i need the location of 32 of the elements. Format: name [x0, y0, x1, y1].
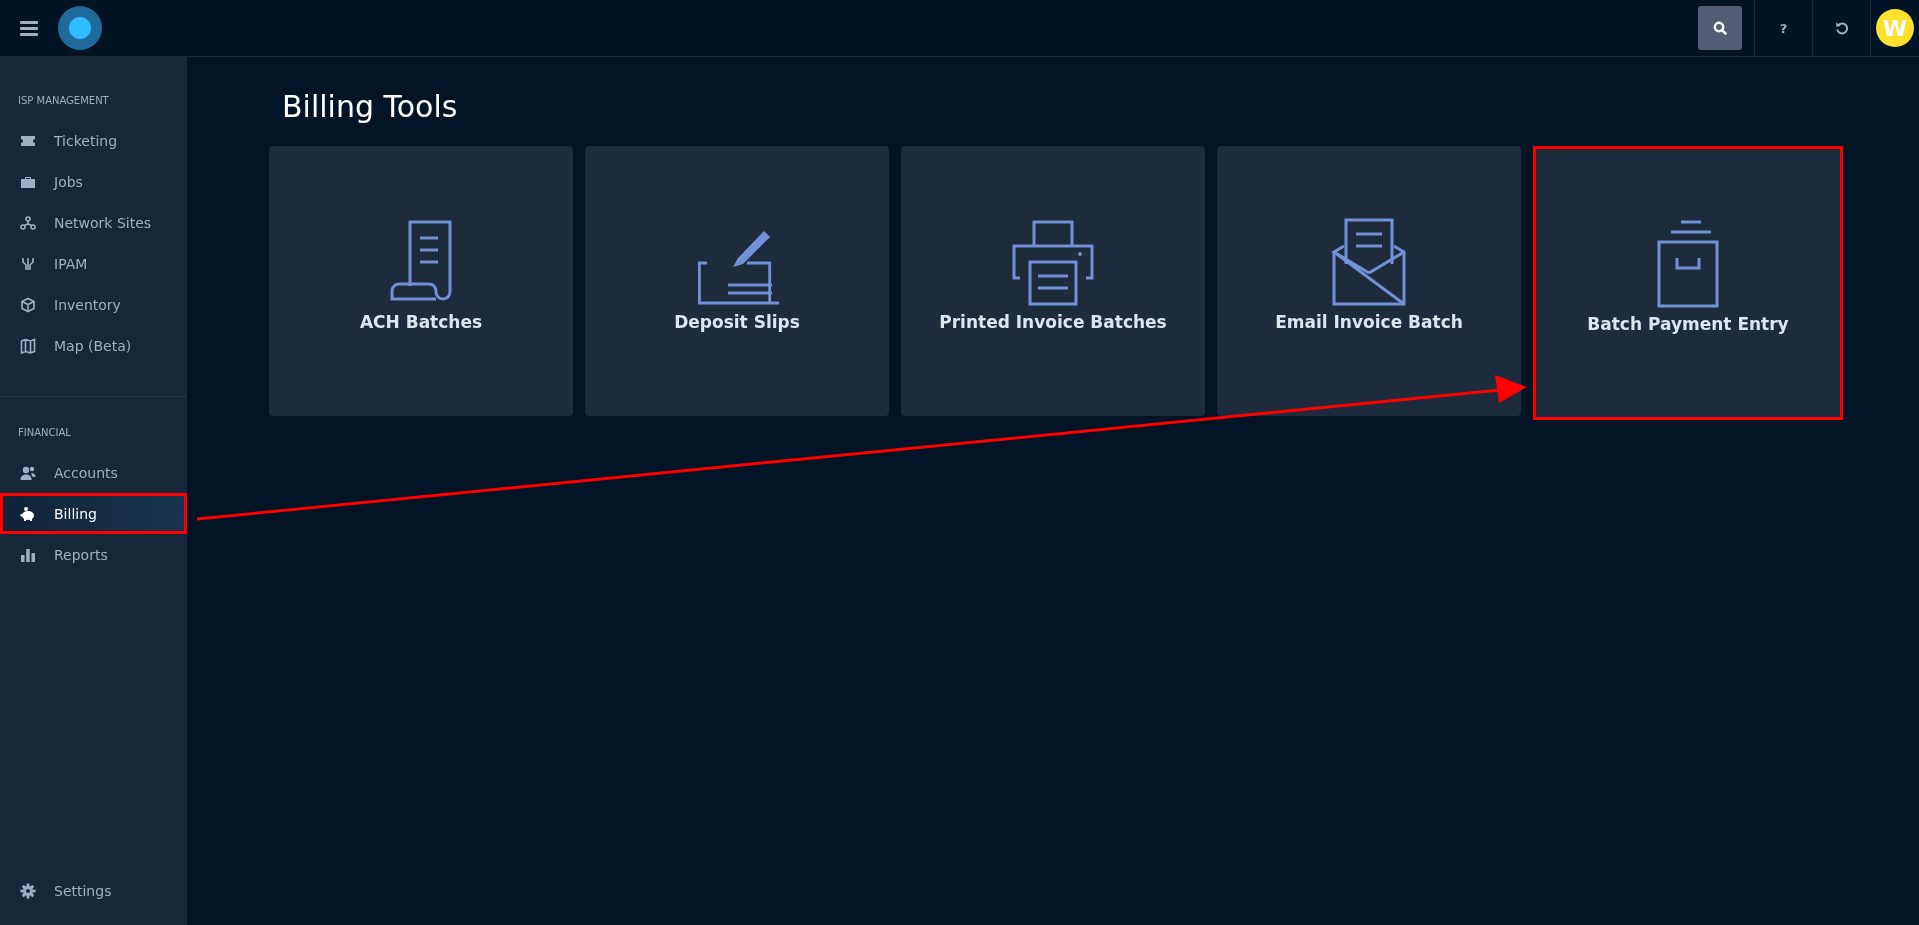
tool-card[interactable]: Batch Payment Entry: [1533, 146, 1843, 420]
sidebar-item[interactable]: Map (Beta): [0, 325, 187, 366]
sidebar-item[interactable]: Billing: [0, 493, 187, 534]
search-button[interactable]: [1698, 6, 1742, 50]
sidebar-item[interactable]: Inventory: [0, 284, 187, 325]
tool-card[interactable]: Printed Invoice Batches: [901, 146, 1205, 416]
settings-icon: [20, 882, 36, 899]
tool-card[interactable]: Deposit Slips: [585, 146, 889, 416]
cube-icon: [20, 296, 36, 313]
sidebar-item[interactable]: Network Sites: [0, 202, 187, 243]
search-icon: [1713, 21, 1727, 35]
bar-chart-icon: [20, 546, 36, 563]
piggy-bank-icon: [20, 505, 36, 522]
page-title: Billing Tools: [282, 89, 459, 124]
sidebar-item[interactable]: Reports: [0, 534, 187, 575]
tool-card[interactable]: Email Invoice Batch: [1217, 146, 1521, 416]
logo-icon[interactable]: [58, 6, 102, 50]
sidebar-item[interactable]: Accounts: [0, 452, 187, 493]
circuit-icon: [20, 255, 36, 272]
map-icon: [20, 337, 36, 354]
refresh-icon[interactable]: [1834, 21, 1849, 35]
settings-item[interactable]: Settings: [0, 870, 187, 911]
sidebar-item[interactable]: IPAM: [0, 243, 187, 284]
sidebar-item[interactable]: Jobs: [0, 161, 187, 202]
menu-icon[interactable]: [20, 20, 38, 36]
tool-card[interactable]: ACH Batches: [269, 146, 573, 416]
sidebar-item[interactable]: Ticketing: [0, 120, 187, 161]
users-icon: [20, 464, 36, 481]
network-icon: [20, 214, 36, 231]
section-heading: FINANCIAL: [17, 427, 72, 440]
help-button[interactable]: ?: [1775, 20, 1792, 36]
section-heading: ISP MANAGEMENT: [17, 95, 110, 108]
